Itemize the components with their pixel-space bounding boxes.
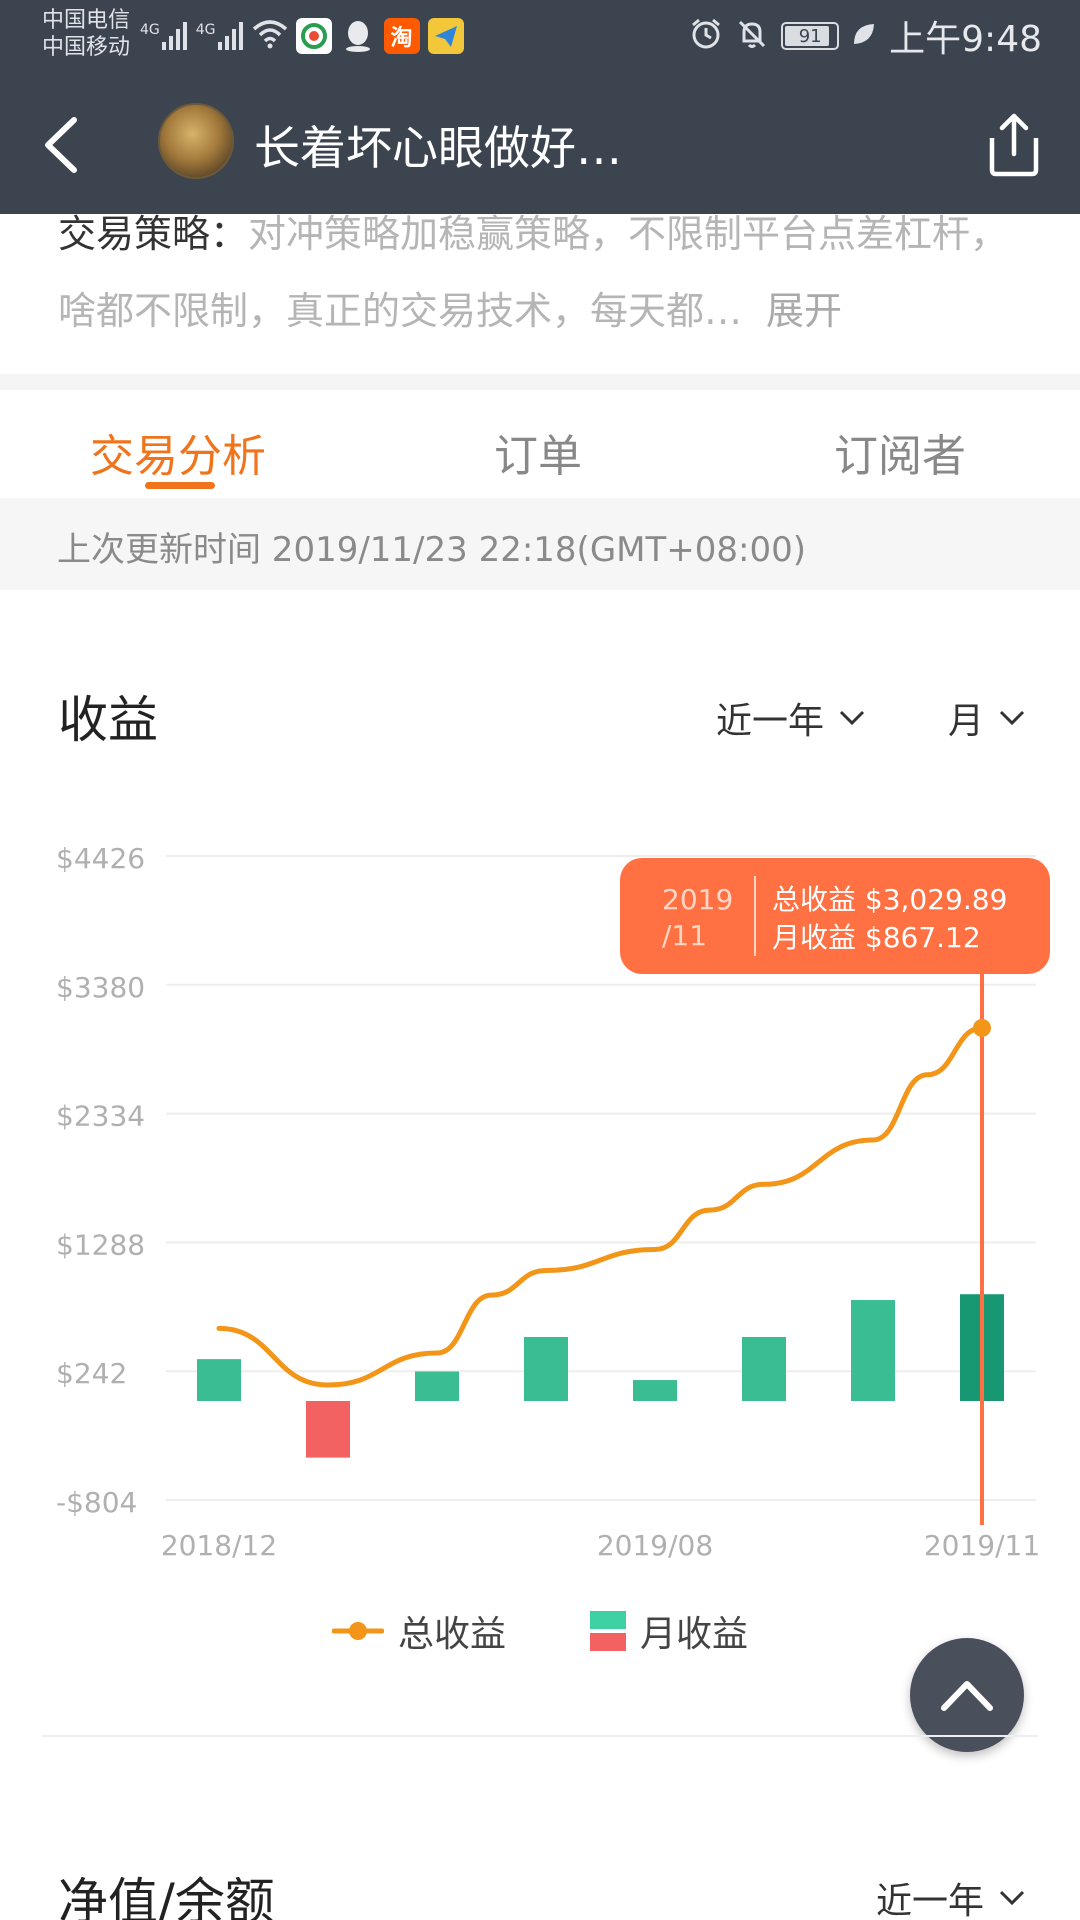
battery-icon: 91	[781, 22, 840, 50]
mute-notification-icon	[735, 17, 769, 55]
tooltip-date: 2019 /11	[662, 882, 734, 954]
signal-4g-icon: 4G	[140, 22, 188, 50]
chart-tooltip: 2019 /11 总收益 $3,029.89 月收益 $867.12	[620, 858, 1050, 974]
net-value-title: 净值/余额	[58, 1873, 275, 1920]
chevron-down-icon	[999, 1890, 1025, 1906]
strategy-description: 交易策略：对冲策略加稳赢策略，不限制平台点差杠杆，啥都不限制，真正的交易技术，每…	[58, 196, 1038, 350]
network-type-2: 4G	[195, 22, 216, 38]
line-legend-icon	[332, 1622, 384, 1640]
y-tick-label: $2334	[56, 1100, 145, 1133]
back-arrow-icon	[45, 117, 77, 173]
wifi-icon	[252, 19, 288, 53]
chevron-down-icon	[999, 710, 1025, 726]
y-tick-label: $1288	[56, 1228, 145, 1261]
update-time-bar: 上次更新时间 2019/11/23 22:18(GMT+08:00)	[0, 498, 1080, 590]
status-bar: 中国电信 中国移动 4G 4G 淘 91 上午9:48	[0, 0, 1080, 72]
strategy-label: 交易策略：	[58, 212, 249, 256]
qq-icon	[340, 18, 376, 54]
chevron-down-icon	[839, 710, 865, 726]
carrier-1: 中国电信	[42, 8, 131, 33]
tab-subscribers[interactable]: 订阅者	[834, 420, 966, 484]
avatar[interactable]	[158, 103, 234, 179]
y-tick-label: $4426	[56, 842, 145, 875]
net-value-range-dropdown[interactable]: 近一年	[876, 1872, 1026, 1920]
net-value-range-label: 近一年	[876, 1881, 985, 1920]
share-icon	[989, 113, 1039, 177]
tooltip-monthly: 月收益 $867.12	[772, 921, 981, 954]
alarm-icon	[689, 17, 723, 55]
range-dropdown[interactable]: 近一年	[716, 692, 866, 744]
bar-monthly	[633, 1380, 677, 1401]
bar-monthly	[415, 1371, 459, 1401]
range-label: 近一年	[716, 701, 825, 742]
taobao-icon: 淘	[383, 18, 420, 54]
leaf-icon	[851, 21, 877, 51]
carrier-2: 中国移动	[42, 35, 131, 60]
battery-level: 91	[798, 25, 822, 47]
status-icons-right: 91 上午9:48	[689, 14, 1042, 60]
earnings-title: 收益	[58, 691, 158, 749]
top-navbar: 长着坏心眼做好…	[0, 72, 1080, 214]
x-tick-label: 2019/08	[597, 1529, 713, 1560]
tooltip-date-month: /11	[662, 919, 708, 952]
carrier-info: 中国电信 中国移动	[42, 7, 130, 61]
browser-icon	[295, 18, 332, 54]
tab-orders[interactable]: 订单	[494, 420, 582, 484]
bar-monthly	[851, 1300, 895, 1401]
bar-monthly	[197, 1359, 241, 1401]
y-tick-label: $242	[56, 1357, 127, 1390]
selected-point	[973, 1018, 991, 1037]
period-dropdown[interactable]: 月	[948, 692, 1026, 744]
x-tick-label: 2018/12	[161, 1529, 277, 1560]
chevron-up-icon	[941, 1681, 993, 1711]
tooltip-total: 总收益 $3,029.89	[772, 883, 1008, 916]
status-icons-left: 4G 4G 淘	[140, 14, 464, 58]
page-title: 长着坏心眼做好…	[254, 121, 622, 175]
telegram-icon	[427, 18, 464, 54]
signal-4g-icon: 4G	[196, 22, 244, 50]
tab-bar: 交易分析 订单 订阅者	[0, 390, 1080, 498]
network-type-1: 4G	[140, 22, 160, 38]
y-tick-label: $3380	[56, 971, 145, 1004]
tab-trade-analysis[interactable]: 交易分析	[90, 420, 266, 484]
period-label: 月	[948, 701, 985, 742]
bar-legend-icon	[590, 1611, 626, 1651]
legend-monthly[interactable]: 月收益	[590, 1605, 748, 1657]
share-button[interactable]	[986, 112, 1042, 178]
section-separator	[0, 374, 1080, 390]
update-time-text: 上次更新时间 2019/11/23 22:18(GMT+08:00)	[57, 530, 807, 570]
tooltip-date-year: 2019	[662, 883, 734, 916]
bar-monthly	[306, 1400, 350, 1458]
section-divider	[42, 1735, 1038, 1737]
legend-monthly-label: 月收益	[640, 1614, 749, 1655]
y-tick-label: -$804	[56, 1486, 137, 1519]
bar-monthly	[742, 1336, 786, 1401]
x-tick-label: 2019/11	[924, 1529, 1040, 1560]
legend-total-label: 总收益	[398, 1614, 507, 1655]
back-button[interactable]	[36, 112, 96, 178]
clock: 上午9:48	[889, 19, 1042, 60]
expand-link[interactable]: 展开	[766, 289, 842, 333]
tab-indicator	[145, 482, 215, 489]
tooltip-divider	[754, 876, 756, 956]
legend-total[interactable]: 总收益	[332, 1605, 506, 1657]
bar-monthly	[524, 1336, 568, 1401]
